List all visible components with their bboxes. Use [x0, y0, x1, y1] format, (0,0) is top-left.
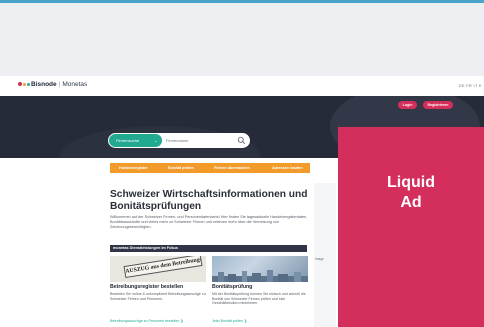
product-name: Monetas	[62, 81, 88, 88]
ad-text-line: Ad	[400, 194, 422, 211]
search-type-label: Firmensuche	[116, 138, 140, 143]
service-card-betreibung[interactable]: AUSZUG aus dem Betreibungsregister Betre…	[110, 256, 206, 327]
card-image: AUSZUG aus dem Betreibungsregister	[110, 256, 206, 282]
nav-item-bonitaet[interactable]: Bonität prüfen	[168, 163, 194, 173]
card-text: Mit der Bonitätsprüfung können Sie einfa…	[212, 292, 306, 306]
section-heading: monetas Dienstleistungen im Fokus	[110, 245, 307, 252]
card-link[interactable]: Betreibungsauszüge zu Personen bestellen…	[110, 319, 183, 323]
search-icon[interactable]	[237, 136, 246, 145]
brand-name: Bisnode	[31, 81, 57, 88]
card-text: Bestellen Sie online & unkompliziert Bet…	[110, 292, 206, 301]
page-title: Schweizer Wirtschaftsinformationen und B…	[110, 189, 308, 212]
ad-text: Liquid Ad	[338, 173, 484, 213]
nav-item-handelsregister[interactable]: Handelsregister	[119, 163, 148, 173]
empty-placeholder-area	[0, 3, 484, 76]
card-title[interactable]: Bonitätsprüfung	[212, 284, 308, 290]
sidebar-image-box: Image	[314, 183, 336, 327]
sidebar-image-label: Image	[315, 257, 324, 261]
service-card-bonitaet[interactable]: Bonitätsprüfung Mit der Bonitätsprüfung …	[212, 256, 308, 327]
card-image	[212, 256, 308, 282]
brand-dot-icon	[27, 82, 30, 86]
brand-dot-icon	[18, 82, 22, 87]
login-button[interactable]: Login	[398, 101, 417, 109]
city-skyline-image	[212, 270, 308, 282]
search-input[interactable]	[166, 135, 236, 146]
intro-text: Willkommen auf der Schweizer Firmen- und…	[110, 215, 308, 229]
card-title[interactable]: Betreibungsregister bestellen	[110, 284, 206, 290]
nav-item-firmen-ueberwachen[interactable]: Firmen überwachen	[214, 163, 250, 173]
brand-dot-icon	[23, 82, 26, 86]
register-button[interactable]: Registrieren	[423, 101, 453, 109]
nav-item-adressen-kaufen[interactable]: Adressen kaufen	[272, 163, 303, 173]
brand-logo[interactable]: Bisnode | Monetas	[18, 81, 87, 88]
chevron-down-icon: ⌄	[154, 138, 158, 143]
ad-text-line: Liquid	[387, 174, 435, 191]
main-nav: Handelsregister Bonität prüfen Firmen üb…	[110, 163, 310, 173]
brand-separator: |	[58, 81, 61, 88]
search-bar: Firmensuche ⌄	[108, 133, 250, 148]
language-switcher[interactable]: DE FR IT E	[459, 83, 482, 88]
liquid-ad-banner[interactable]: Liquid Ad	[338, 127, 484, 327]
stamp-image-text: AUSZUG aus dem Betreibungsregister	[123, 256, 203, 279]
site-header: Bisnode | Monetas DE FR IT E	[0, 76, 484, 96]
search-type-dropdown[interactable]: Firmensuche ⌄	[109, 134, 162, 147]
card-link[interactable]: Jetzt Bonität prüfen ❯	[212, 319, 247, 323]
